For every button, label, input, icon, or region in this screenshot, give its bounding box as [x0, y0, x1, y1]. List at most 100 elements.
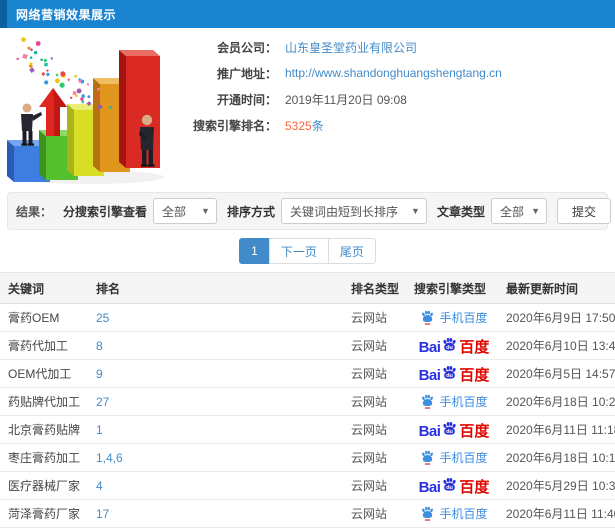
update-time-cell: 2020年6月11日 11:18: [506, 423, 615, 437]
rank-link[interactable]: 1,4,6: [88, 451, 345, 465]
filter-bar: 结果： 分搜索引擎查看 全部 ▼ 排序方式 关键词由短到长排序 ▼ 文章类型 全…: [7, 192, 611, 230]
rank-link[interactable]: 8: [88, 339, 345, 353]
keyword-cell: 膏药OEM: [8, 311, 60, 325]
update-time-cell: 2020年6月5日 14:57: [506, 367, 615, 381]
rank-link[interactable]: 1: [88, 423, 345, 437]
update-time-cell: 2020年6月9日 17:50: [506, 311, 615, 325]
results-table: 关键词 排名 排名类型 搜索引擎类型 最新更新时间 膏药OEM 25 云网站 手机百…: [0, 272, 615, 528]
up-arrow-icon: [39, 88, 67, 136]
col-rank: 排名: [96, 281, 121, 296]
engine-cell: 手机百度: [408, 393, 500, 410]
submit-button[interactable]: 提交: [556, 198, 611, 224]
rank-type-cell: 云网站: [351, 507, 388, 521]
update-time-cell: 2020年5月29日 10:32: [506, 479, 615, 493]
caret-down-icon: ▼: [201, 206, 210, 216]
rank-link[interactable]: 27: [88, 395, 345, 409]
rank-type-cell: 云网站: [351, 423, 388, 437]
next-page-button[interactable]: 下一页: [268, 238, 329, 264]
open-time-value: 2019年11月20日 09:08: [285, 92, 407, 107]
table-row: 膏药OEM 25 云网站 手机百度 2020年6月9日 17:50: [0, 304, 615, 332]
keyword-cell: 膏药代加工: [8, 339, 69, 353]
engine-cell: 手机百度: [408, 449, 500, 466]
article-type-label: 文章类型: [436, 204, 485, 219]
baidu-mobile-logo: 手机百度: [420, 393, 488, 410]
engine-cell: Bai du 百度: [408, 421, 500, 439]
engine-cell: 手机百度: [408, 309, 500, 326]
header-left-edge: [0, 0, 7, 28]
pagination-section: 1 下一页 尾页: [0, 230, 615, 272]
rank-count-value: 5325条: [285, 117, 324, 134]
update-time-cell: 2020年6月18日 10:25: [506, 395, 615, 409]
col-engine-type: 搜索引擎类型: [414, 281, 487, 296]
table-body: 膏药OEM 25 云网站 手机百度 2020年6月9日 17:50 膏药代加工 8 云网站 B…: [0, 304, 615, 528]
table-row: 药贴牌代加工 27 云网站 手机百度 2020年6月18日 10:25: [0, 388, 615, 416]
rank-type-cell: 云网站: [351, 311, 388, 325]
open-time-row: 开通时间： 2019年11月20日 09:08: [185, 90, 502, 108]
rank-count-row: 搜索引擎排名： 5325条: [185, 116, 502, 134]
sort-select[interactable]: 关键词由短到长排序 ▼: [280, 198, 427, 224]
table-header-row: 关键词 排名 排名类型 搜索引擎类型 最新更新时间: [0, 272, 615, 304]
baidu-pc-logo: Bai du 百度: [418, 477, 490, 495]
member-company-row: 会员公司： 山东皇圣堂药业有限公司: [185, 38, 502, 56]
engine-cell: Bai du 百度: [408, 477, 500, 495]
svg-text:du: du: [447, 429, 454, 435]
caret-down-icon: ▼: [531, 206, 540, 216]
table-row: 膏药代加工 8 云网站 Bai du 百度 2020年6月10日 13:40: [0, 332, 615, 360]
rank-link[interactable]: 17: [88, 507, 345, 521]
col-update-time: 最新更新时间: [506, 281, 579, 296]
update-time-cell: 2020年6月11日 11:40: [506, 507, 615, 521]
last-page-button[interactable]: 尾页: [327, 238, 376, 264]
caret-down-icon: ▼: [411, 206, 420, 216]
svg-text:du: du: [447, 485, 454, 491]
sort-filter-label: 排序方式: [226, 204, 275, 219]
engine-cell: Bai du 百度: [408, 365, 500, 383]
svg-text:du: du: [447, 345, 454, 351]
member-company-link[interactable]: 山东皇圣堂药业有限公司: [285, 39, 417, 56]
page-1-button[interactable]: 1: [239, 238, 270, 264]
table-row: 北京膏药贴牌 1 云网站 Bai du 百度 2020年6月11日 11:18: [0, 416, 615, 444]
baidu-mobile-logo: 手机百度: [420, 309, 488, 326]
keyword-cell: OEM代加工: [8, 367, 72, 381]
rank-type-cell: 云网站: [351, 367, 388, 381]
rank-count-number: 5325: [285, 118, 312, 133]
engine-filter-label: 分搜索引擎查看: [62, 204, 147, 219]
update-time-cell: 2020年6月10日 13:40: [506, 339, 615, 353]
keyword-cell: 医疗器械厂家: [8, 479, 81, 493]
svg-text:du: du: [447, 373, 454, 379]
engine-select[interactable]: 全部 ▼: [152, 198, 217, 224]
col-rank-type: 排名类型: [351, 281, 400, 296]
keyword-cell: 药贴牌代加工: [8, 395, 81, 409]
baidu-pc-logo: Bai du 百度: [418, 421, 490, 439]
open-time-label: 开通时间：: [216, 92, 277, 107]
growth-chart-graphic: [7, 37, 164, 184]
rank-link[interactable]: 25: [88, 311, 345, 325]
promo-url-link[interactable]: http://www.shandonghuangshengtang.cn: [285, 66, 502, 80]
baidu-mobile-label: 手机百度: [439, 311, 488, 325]
page-header: 网络营销效果展示: [0, 0, 615, 28]
rank-link[interactable]: 4: [88, 479, 345, 493]
page-title: 网络营销效果展示: [16, 7, 117, 22]
rank-type-cell: 云网站: [351, 479, 388, 493]
company-info-fields: 会员公司： 山东皇圣堂药业有限公司 推广地址： http://www.shand…: [185, 28, 502, 190]
baidu-mobile-logo: 手机百度: [420, 449, 488, 466]
result-label: 结果：: [16, 204, 53, 219]
table-row: 医疗器械厂家 4 云网站 Bai du 百度 2020年5月29日 10:32: [0, 472, 615, 500]
baidu-mobile-label: 手机百度: [439, 395, 488, 409]
baidu-mobile-label: 手机百度: [439, 451, 488, 465]
baidu-pc-logo: Bai du 百度: [418, 365, 490, 383]
rank-link[interactable]: 9: [88, 367, 345, 381]
keyword-cell: 北京膏药贴牌: [8, 423, 81, 437]
promo-url-row: 推广地址： http://www.shandonghuangshengtang.…: [185, 64, 502, 82]
rank-count-label: 搜索引擎排名：: [192, 118, 277, 133]
rank-count-unit[interactable]: 条: [312, 119, 324, 133]
baidu-mobile-logo: 手机百度: [420, 505, 488, 522]
engine-cell: Bai du 百度: [408, 337, 500, 355]
baidu-mobile-label: 手机百度: [439, 507, 488, 521]
pagination: 1 下一页 尾页: [239, 238, 376, 264]
businessman-icon: [21, 103, 42, 146]
article-type-select[interactable]: 全部 ▼: [490, 198, 547, 224]
member-company-label: 会员公司：: [216, 40, 277, 55]
rank-type-cell: 云网站: [351, 451, 388, 465]
update-time-cell: 2020年6月18日 10:19: [506, 451, 615, 465]
info-panel: 会员公司： 山东皇圣堂药业有限公司 推广地址： http://www.shand…: [0, 28, 615, 190]
